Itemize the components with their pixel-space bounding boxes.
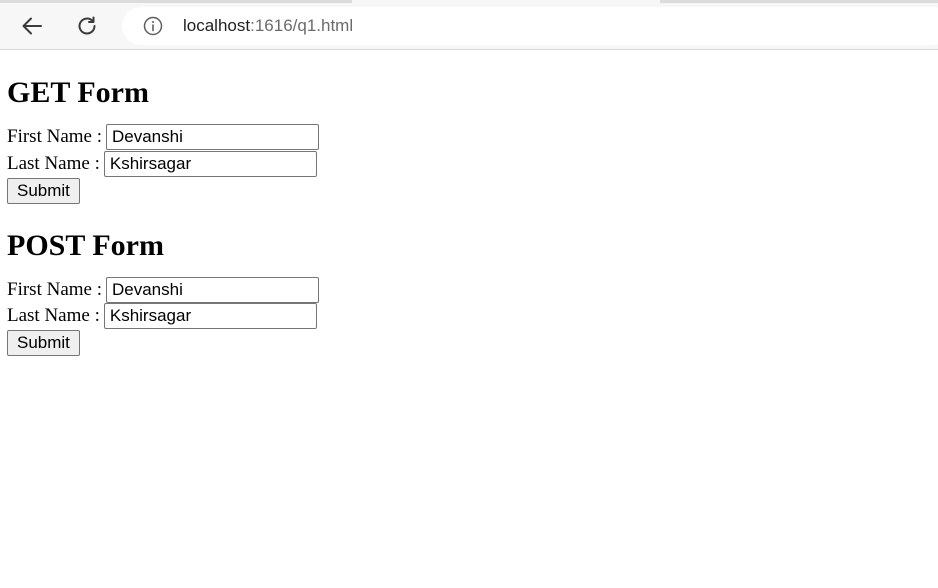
last-name-label: Last Name : xyxy=(7,152,100,174)
first-name-label: First Name : xyxy=(7,278,102,300)
post-form: First Name : Last Name : Submit xyxy=(7,276,319,357)
last-name-input[interactable] xyxy=(103,303,317,330)
url-text[interactable]: localhost:1616/q1.html xyxy=(183,16,353,36)
tab-strip xyxy=(660,0,938,3)
get-form-title: GET Form xyxy=(7,76,149,109)
first-name-input[interactable] xyxy=(106,276,319,303)
first-name-input[interactable] xyxy=(106,124,319,151)
browser-toolbar: localhost:1616/q1.html xyxy=(0,0,938,50)
url-host: localhost xyxy=(183,16,251,35)
url-path: :1616/q1.html xyxy=(250,16,354,35)
arrow-left-icon xyxy=(22,17,42,35)
submit-row: Submit xyxy=(7,177,319,204)
last-name-label: Last Name : xyxy=(7,305,100,327)
last-name-row: Last Name : xyxy=(7,150,319,178)
tab-strip xyxy=(0,0,352,3)
page-content: GET Form First Name : Last Name : Submit… xyxy=(7,51,319,357)
first-name-label: First Name : xyxy=(7,126,102,148)
back-button[interactable] xyxy=(14,8,50,44)
first-name-row: First Name : xyxy=(7,276,319,304)
last-name-row: Last Name : xyxy=(7,303,319,330)
post-form-title: POST Form xyxy=(7,228,164,262)
submit-button[interactable]: Submit xyxy=(7,177,80,204)
submit-button[interactable]: Submit xyxy=(7,330,80,357)
reload-icon xyxy=(78,16,96,35)
first-name-row: First Name : xyxy=(7,124,319,151)
submit-row: Submit xyxy=(7,330,319,357)
info-icon[interactable] xyxy=(143,16,163,36)
reload-button[interactable] xyxy=(69,8,105,44)
get-form: First Name : Last Name : Submit xyxy=(7,124,319,204)
last-name-input[interactable] xyxy=(103,150,317,177)
address-bar[interactable]: localhost:1616/q1.html xyxy=(122,7,938,45)
